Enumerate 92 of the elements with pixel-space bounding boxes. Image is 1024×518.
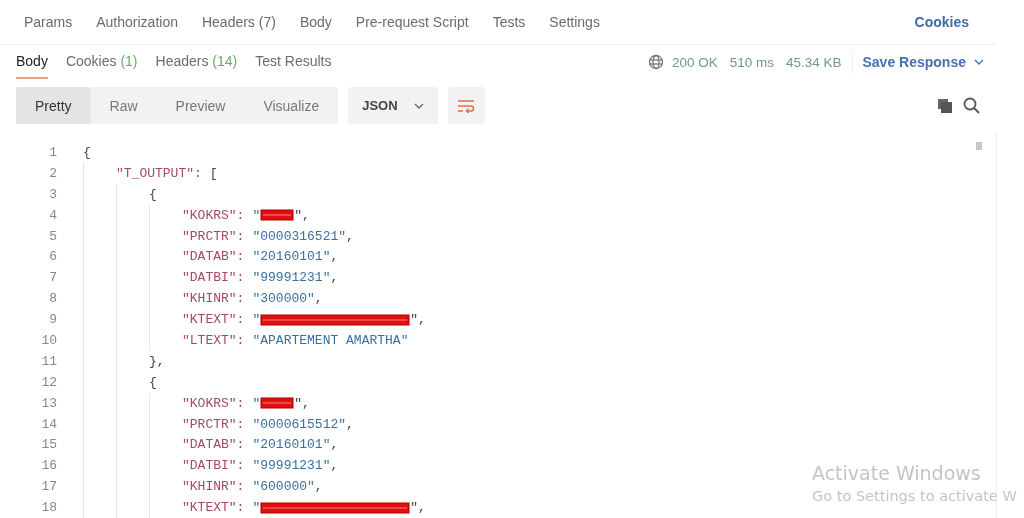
request-tab[interactable]: Pre-request Script	[345, 7, 479, 37]
json-value: "600000"	[252, 479, 315, 495]
json-punctuation: },	[149, 353, 165, 369]
line-number: 15	[40, 437, 57, 453]
json-value: "300000"	[252, 291, 315, 307]
json-punctuation: ",	[410, 312, 426, 328]
json-key: "DATBI":	[182, 458, 245, 474]
line-number: 4	[48, 207, 57, 223]
request-tab[interactable]: Headers (7)	[191, 7, 286, 37]
cookies-link[interactable]: Cookies	[914, 14, 969, 30]
json-punctuation: ",	[410, 500, 426, 516]
line-number: 10	[40, 332, 57, 348]
line-number: 6	[48, 249, 57, 265]
response-size: 45.34 KB	[785, 54, 842, 70]
chevron-down-icon	[974, 58, 984, 66]
json-key: "DATBI":	[182, 270, 245, 286]
request-tab[interactable]: Settings	[539, 7, 610, 37]
activation-message: Go to Settings to activate W	[812, 488, 1017, 504]
line-number: 3	[48, 186, 57, 202]
chevron-down-icon	[413, 101, 424, 110]
save-response-button[interactable]: Save Response	[862, 54, 984, 70]
json-key: "KTEXT":	[182, 500, 245, 516]
json-key: "DATAB":	[182, 437, 245, 453]
json-value: "99991231"	[252, 270, 331, 286]
json-value: "0000316521"	[252, 228, 347, 244]
line-number: 8	[48, 291, 57, 307]
request-tab[interactable]: Authorization	[86, 7, 188, 37]
search-icon[interactable]	[963, 97, 980, 114]
view-mode-tab[interactable]: Visualize	[244, 87, 339, 124]
request-tab[interactable]: Body	[289, 7, 342, 37]
status-code: 200 OK	[671, 54, 718, 70]
json-key: "DATAB":	[182, 249, 245, 265]
json-key: "KHINR":	[182, 291, 245, 307]
json-key: "KHINR":	[182, 479, 245, 495]
json-key: "PRCTR":	[182, 416, 245, 432]
json-key: "KOKRS":	[182, 207, 245, 223]
json-punctuation: ,	[314, 291, 323, 307]
json-punctuation: {	[149, 186, 157, 202]
line-number: 18	[40, 500, 57, 516]
line-number: 7	[48, 270, 57, 286]
json-value: "	[252, 207, 261, 223]
json-value: "20160101"	[252, 249, 331, 265]
line-number: 1	[48, 144, 57, 160]
json-value: "99991231"	[252, 458, 331, 474]
json-value: "20160101"	[252, 437, 331, 453]
json-punctuation: ,	[330, 249, 339, 265]
json-value: "	[252, 395, 261, 411]
format-dropdown[interactable]: JSON	[348, 87, 438, 124]
line-number: 14	[40, 416, 57, 432]
view-mode-tab[interactable]: Preview	[156, 87, 245, 124]
request-tab[interactable]: Params	[14, 7, 83, 37]
json-key: "LTEXT":	[182, 332, 245, 348]
json-punctuation: ,	[346, 416, 354, 432]
line-number: 13	[40, 395, 57, 411]
line-number: 12	[40, 374, 57, 390]
response-tab[interactable]: Cookies (1)	[65, 45, 138, 79]
json-value: "0000615512"	[252, 416, 347, 432]
request-tab[interactable]: Tests	[482, 7, 536, 37]
response-tab[interactable]: Body	[16, 45, 48, 79]
globe-icon	[647, 54, 664, 70]
line-number: 11	[40, 353, 57, 369]
line-number: 17	[40, 479, 57, 495]
json-value: "	[252, 312, 261, 328]
json-punctuation: ,	[346, 228, 354, 244]
scrollbar[interactable]	[976, 142, 982, 150]
json-key: "PRCTR":	[182, 228, 245, 244]
response-tab[interactable]: Headers (14)	[155, 45, 238, 79]
json-punctuation: {	[83, 144, 91, 160]
json-value: "	[252, 500, 261, 516]
json-punctuation: [	[208, 165, 218, 181]
json-punctuation: ,	[314, 479, 323, 495]
copy-icon[interactable]	[937, 97, 953, 114]
json-value: "APARTEMENT AMARTHA"	[252, 332, 409, 348]
json-punctuation: ,	[330, 270, 339, 286]
json-key: "T_OUTPUT":	[116, 165, 202, 181]
line-number: 5	[48, 228, 57, 244]
line-number: 16	[40, 458, 57, 474]
json-punctuation: ",	[294, 207, 310, 223]
wrap-lines-icon	[457, 98, 476, 113]
activation-title: Activate Windows	[812, 462, 982, 484]
json-punctuation: {	[149, 374, 157, 390]
json-punctuation: ,	[330, 437, 339, 453]
line-number: 9	[48, 312, 57, 328]
json-punctuation: ,	[330, 458, 339, 474]
json-key: "KOKRS":	[182, 395, 245, 411]
view-mode-tab[interactable]: Raw	[90, 87, 157, 124]
view-mode-tab[interactable]: Pretty	[16, 87, 91, 124]
response-tab[interactable]: Test Results	[255, 45, 332, 79]
response-time: 510 ms	[729, 54, 774, 70]
line-number: 2	[48, 165, 57, 181]
json-punctuation: ",	[294, 395, 310, 411]
json-key: "KTEXT":	[182, 312, 245, 328]
